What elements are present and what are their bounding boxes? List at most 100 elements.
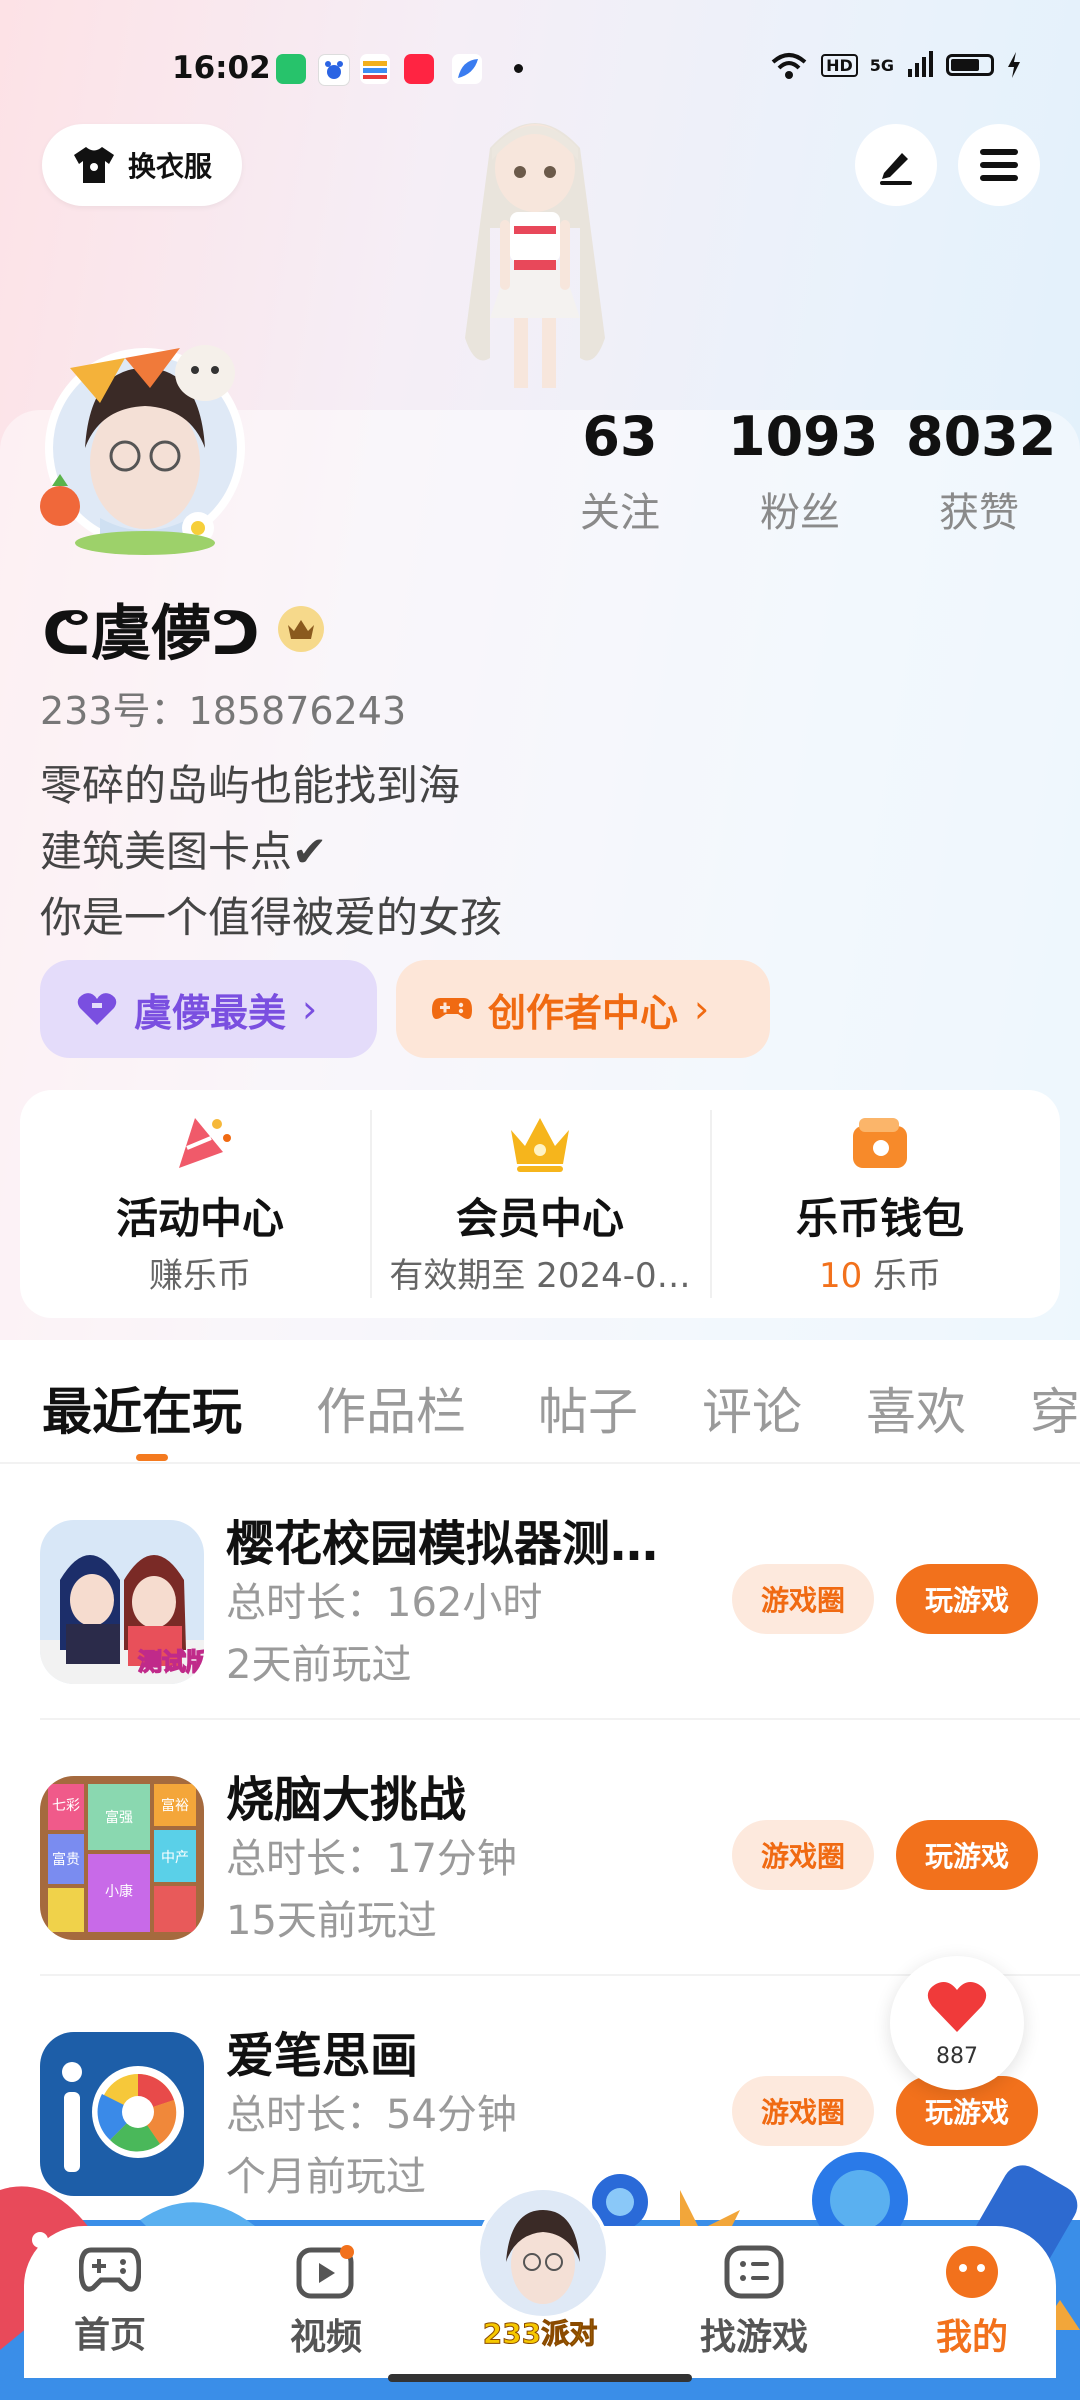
notification-dot — [514, 64, 523, 73]
stat-following[interactable]: 63 关注 — [560, 405, 680, 538]
tab-outfits[interactable]: 穿 — [1030, 1372, 1080, 1444]
wifi-icon — [771, 53, 807, 79]
test-version-badge: 测试版 — [138, 1648, 204, 1676]
creator-center-button[interactable]: 创作者中心 › — [396, 960, 770, 1058]
tab-posts[interactable]: 帖子 — [538, 1372, 638, 1444]
coin-wallet-entry[interactable]: 乐币钱包 10 乐币 — [710, 1090, 1050, 1318]
vip-center-title: 会员中心 — [455, 1194, 624, 1243]
coin-wallet-balance: 10 乐币 — [710, 1248, 1050, 1297]
hamburger-menu-icon — [980, 149, 1018, 181]
feather-app-icon — [452, 54, 482, 84]
fan-group-label: 虞儚最美 — [134, 990, 287, 1035]
wallet-app-icon — [360, 54, 390, 84]
video-icon — [296, 2245, 354, 2299]
play-game-button[interactable]: 玩游戏 — [896, 1564, 1038, 1634]
phone-app-icon — [276, 54, 306, 84]
charging-icon — [1008, 52, 1020, 78]
stat-likes-label: 获赞 — [939, 490, 1019, 536]
signal-icon — [908, 51, 933, 77]
game-duration: 总时长：162小时 — [226, 1580, 543, 1626]
nav-find-games[interactable]: 找游戏 — [684, 2244, 824, 2360]
nickname: ᕦ虞儚ᕤ — [42, 599, 260, 669]
stat-likes[interactable]: 8032 获赞 — [906, 405, 1057, 538]
game-circle-button[interactable]: 游戏圈 — [732, 1820, 874, 1890]
crown-badge-icon[interactable] — [277, 605, 324, 652]
game-duration: 总时长：54分钟 — [226, 2092, 517, 2138]
change-outfit-button[interactable]: 换衣服 — [42, 124, 242, 206]
game-title: 烧脑大挑战 — [226, 1772, 467, 1828]
avatar-character-illustration[interactable] — [430, 108, 640, 408]
nav-home[interactable]: 首页 — [40, 2244, 180, 2358]
heart-badge-icon — [77, 993, 117, 1025]
like-count: 887 — [936, 2044, 978, 2069]
brain-cell-label: 小康 — [105, 1883, 133, 1900]
nav-me-label: 我的 — [935, 2317, 1008, 2358]
tab-works[interactable]: 作品栏 — [316, 1372, 466, 1444]
party-popper-icon — [179, 1118, 231, 1168]
crown-icon — [511, 1118, 569, 1172]
game-title: 爱笔思画 — [226, 2028, 419, 2084]
heart-icon — [927, 1982, 987, 2032]
stat-fans-value: 1093 — [728, 405, 879, 468]
game-title: 樱花校园模拟器测… — [226, 1516, 659, 1572]
chevron-right-icon: › — [302, 987, 318, 1031]
game-circle-button[interactable]: 游戏圈 — [732, 2076, 874, 2146]
like-float-button[interactable]: 887 — [890, 1956, 1024, 2090]
tab-likes[interactable]: 喜欢 — [866, 1372, 966, 1444]
chevron-right-icon: › — [694, 987, 710, 1031]
nav-me[interactable]: 我的 — [902, 2244, 1042, 2360]
menu-button[interactable] — [958, 124, 1040, 206]
brain-cell-label: 富强 — [105, 1809, 133, 1826]
nav-video-label: 视频 — [289, 2317, 362, 2358]
brain-cell-label: 富裕 — [161, 1797, 189, 1814]
change-outfit-label: 换衣服 — [127, 150, 212, 183]
status-time: 16:02 — [172, 50, 271, 86]
nav-video[interactable]: 视频 — [256, 2244, 396, 2360]
party-avatar-icon[interactable] — [476, 2186, 610, 2320]
hd-indicator: HD — [821, 53, 858, 77]
bio-line-1: 零碎的岛屿也能找到海 — [40, 761, 461, 810]
game-row[interactable]: 七彩 富强 富裕 富贵 小康 中产 烧脑大挑战 总时长：17分钟 15天前玩过 … — [0, 1720, 1080, 1976]
gamepad-icon — [432, 998, 472, 1019]
vip-center-subtitle: 有效期至 2024-0… — [389, 1256, 691, 1296]
nav-find-games-label: 找游戏 — [699, 2317, 808, 2358]
brain-cell-label: 富贵 — [52, 1851, 80, 1868]
tshirt-icon — [73, 147, 114, 183]
game-row[interactable]: 测试版 樱花校园模拟器测… 总时长：162小时 2天前玩过 游戏圈 玩游戏 — [0, 1464, 1080, 1720]
creator-center-label: 创作者中心 — [488, 990, 679, 1035]
xiaohongshu-app-icon — [404, 54, 434, 84]
tab-recent-play[interactable]: 最近在玩 — [42, 1372, 242, 1444]
stat-fans-label: 粉丝 — [760, 490, 840, 536]
tab-comments[interactable]: 评论 — [702, 1372, 802, 1444]
pencil-icon — [880, 153, 912, 185]
bio-line-2: 建筑美图卡点✔ — [40, 827, 328, 876]
status-indicators: HD 5G — [769, 50, 1022, 80]
bio-line-3: 你是一个值得被爱的女孩 — [40, 893, 503, 942]
brain-cell-label: 七彩 — [52, 1798, 80, 1814]
home-indicator[interactable] — [388, 2374, 692, 2382]
battery-icon — [946, 54, 994, 76]
nav-home-label: 首页 — [73, 2315, 146, 2356]
stat-likes-value: 8032 — [906, 405, 1057, 468]
edit-profile-button[interactable] — [855, 124, 937, 206]
brain-challenge-game-icon: 七彩 富强 富裕 富贵 小康 中产 — [40, 1776, 204, 1940]
activity-center-entry[interactable]: 活动中心 赚乐币 — [30, 1090, 370, 1318]
face-icon — [946, 2246, 998, 2298]
baidu-app-icon — [318, 54, 350, 86]
game-last-played: 15天前玩过 — [226, 1898, 437, 1944]
stat-fans[interactable]: 1093 粉丝 — [728, 405, 879, 538]
coin-amount: 10 — [818, 1256, 863, 1296]
nav-party-label[interactable]: 233派对 — [470, 2312, 610, 2352]
user-id[interactable]: 233号：185876243 — [40, 680, 406, 735]
coin-unit: 乐币 — [873, 1256, 942, 1296]
fan-group-button[interactable]: 虞儚最美 › — [40, 960, 377, 1058]
game-circle-button[interactable]: 游戏圈 — [732, 1564, 874, 1634]
network-indicator: 5G — [869, 55, 894, 75]
stat-following-value: 63 — [582, 405, 658, 468]
activity-center-title: 活动中心 — [115, 1194, 284, 1243]
vip-center-entry[interactable]: 会员中心 有效期至 2024-0… — [370, 1090, 710, 1318]
profile-avatar[interactable] — [30, 328, 260, 558]
play-game-button[interactable]: 玩游戏 — [896, 1820, 1038, 1890]
gamepad-icon — [78, 2247, 142, 2292]
active-tab-indicator — [136, 1454, 168, 1461]
